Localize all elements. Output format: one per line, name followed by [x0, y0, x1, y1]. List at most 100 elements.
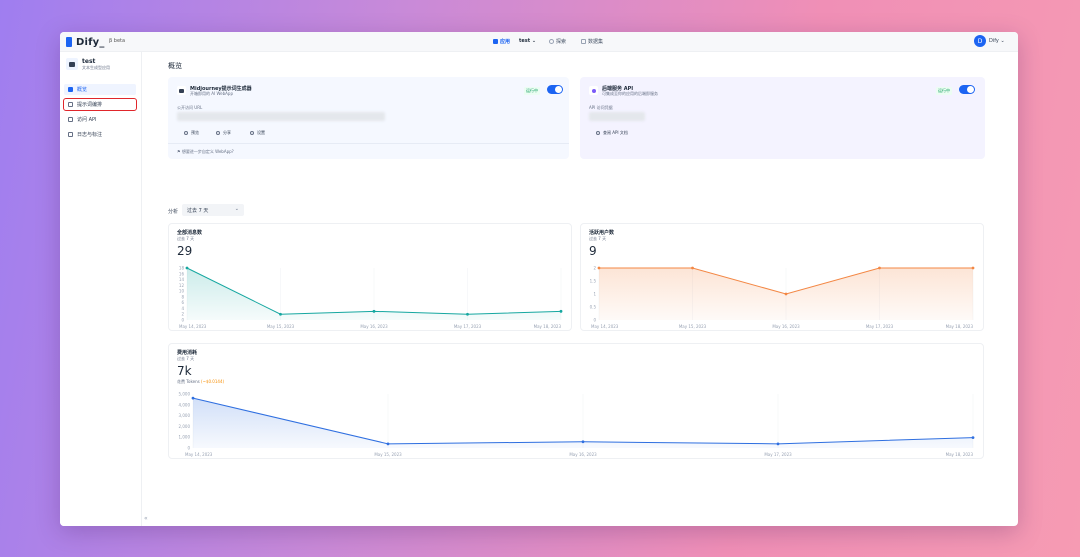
x-tick-label: May 18, 2023 [946, 324, 974, 329]
nav-datasets[interactable]: 数据集 [581, 38, 603, 45]
watermark-text: 歸藏的AI工具箱 [855, 499, 1014, 523]
analysis-label: 分析 [168, 209, 179, 215]
data-point [971, 266, 975, 270]
action-label: 查阅 API 文档 [603, 130, 628, 135]
x-tick-label: May 15, 2023 [267, 324, 295, 329]
sidebar-item-overview[interactable]: 概览 [64, 84, 136, 95]
y-tick-label: 2 [181, 312, 184, 317]
watermark: 歸藏的AI工具箱 [813, 495, 1013, 525]
y-tick-label: 2 [593, 266, 596, 271]
webapp-desc: 开箱即用的 AI WebApp [190, 91, 233, 96]
beta-badge: β beta [109, 38, 126, 44]
period-select[interactable]: 过去 7 天 ⌄ [182, 204, 244, 216]
chart-title: 费用消耗 [177, 350, 198, 356]
action-label: 分享 [223, 130, 231, 135]
data-point [386, 442, 390, 446]
x-tick-label: May 18, 2023 [946, 452, 974, 457]
x-tick-label: May 14, 2023 [185, 452, 213, 457]
sidebar-item-api[interactable]: 访问 API [64, 114, 136, 125]
logo-text: Dify_ [76, 36, 105, 48]
share-button[interactable]: 分享 [216, 130, 231, 136]
data-point [559, 309, 563, 313]
file-icon [596, 131, 600, 135]
gear-icon [250, 131, 254, 135]
wechat-icon [813, 499, 849, 521]
chevron-down-icon: ⌄ [234, 206, 239, 212]
chart-subtitle: 过去 7 天 [177, 356, 195, 361]
x-tick-label: May 14, 2023 [591, 324, 619, 329]
data-point [597, 266, 601, 270]
dify-logo[interactable]: Dify_ [66, 36, 105, 48]
terminal-icon [68, 117, 73, 122]
main-content: 概览 Midjourney提示词生成器 开箱即用的 AI WebApp 运行中 … [142, 52, 1018, 526]
url-label: 公开访问 URL [177, 105, 203, 110]
compass-icon [549, 39, 554, 44]
app-header: test 文本生成型应用 [66, 58, 110, 70]
y-tick-label: 12 [179, 283, 185, 288]
webapp-toggle[interactable] [547, 85, 563, 94]
monitor-icon [179, 88, 184, 93]
y-tick-label: 3,000 [179, 413, 191, 418]
y-tick-label: 0 [593, 318, 596, 323]
x-tick-label: May 16, 2023 [360, 324, 388, 329]
app-icon [66, 58, 78, 70]
api-toggle[interactable] [959, 85, 975, 94]
messages-chart: 181614121086420May 14, 2023 May 15, 2023 M… [179, 266, 563, 329]
cost-chart: 5,000 4,000 3,000 2,000 1,000 0May 14, 2023 Ma… [179, 392, 975, 457]
api-desc: 可集成至你的应用的后端即服务 [602, 91, 658, 96]
nav-apps[interactable]: 应用 [493, 38, 510, 45]
x-tick-label: May 14, 2023 [179, 324, 207, 329]
page-title: 概览 [168, 62, 182, 70]
settings-button[interactable]: 设置 [250, 130, 265, 136]
webapp-icon [177, 86, 186, 95]
top-nav: Dify_ β beta 应用 test ⌄ 探索 数据集 D Dify ⌄ [60, 32, 1018, 52]
y-tick-label: 0 [187, 446, 190, 451]
sidebar-item-label: 提示词编排 [77, 102, 103, 108]
chart-subtitle: 过去 7 天 [589, 236, 607, 241]
x-tick-label: May 18, 2023 [534, 324, 562, 329]
status-badge: 运行中 [524, 87, 540, 95]
nav-apps-label: 应用 [500, 39, 511, 45]
avatar: D [974, 35, 986, 47]
dashboard-icon [68, 87, 73, 92]
nav-app-switcher[interactable]: test ⌄ [519, 38, 536, 44]
app-type: 文本生成型应用 [82, 65, 110, 70]
tokens-label: 花费 Tokens [177, 379, 200, 384]
x-tick-label: May 16, 2023 [772, 324, 800, 329]
y-tick-label: 0 [181, 318, 184, 323]
data-point [185, 266, 189, 270]
y-tick-label: 6 [181, 300, 184, 305]
tokens-line: 花费 Tokens (~$0.0144) [177, 379, 224, 385]
url-value-redacted [177, 112, 385, 121]
app-window: Dify_ β beta 应用 test ⌄ 探索 数据集 D Dify ⌄ t… [60, 32, 1018, 526]
nav-explore[interactable]: 探索 [549, 38, 566, 45]
data-point [466, 312, 469, 316]
cost-chart-card: 费用消耗 过去 7 天 7k 花费 Tokens (~$0.0144) 5,00… [168, 343, 984, 459]
sidebar: test 文本生成型应用 概览 提示词编排 访问 API 日志与标注 [60, 52, 142, 526]
document-icon [68, 132, 73, 137]
sidebar-item-label: 访问 API [77, 117, 97, 123]
customize-link[interactable]: ⚑ 想要进一步自定义 WebApp? [177, 149, 234, 155]
api-docs-button[interactable]: 查阅 API 文档 [596, 130, 628, 136]
nav-datasets-label: 数据集 [588, 39, 604, 45]
share-icon [216, 131, 220, 135]
divider [168, 143, 569, 144]
sidebar-item-logs[interactable]: 日志与标注 [64, 129, 136, 140]
chart-total: 7k [177, 364, 192, 378]
x-tick-label: May 16, 2023 [569, 452, 597, 457]
chart-total: 9 [589, 244, 597, 258]
y-tick-label: 18 [179, 266, 185, 271]
grid-icon [493, 39, 498, 44]
active-users-chart-card: 活跃用户数 过去 7 天 9 2 1.5 1 0.5 0 May 14, 2023 May … [580, 223, 984, 331]
settings-icon [68, 102, 73, 107]
data-point [191, 396, 195, 400]
plug-icon [591, 88, 596, 93]
data-point [691, 266, 694, 270]
status-badge: 运行中 [936, 87, 952, 95]
user-menu[interactable]: D Dify ⌄ [974, 35, 1005, 47]
api-card: 后端服务 API 可集成至你的应用的后端即服务 运行中 API 访问凭据 查阅 … [580, 77, 985, 159]
sidebar-item-prompt[interactable]: 提示词编排 [63, 98, 137, 111]
preview-button[interactable]: 预览 [184, 130, 199, 136]
y-tick-label: 0.5 [590, 305, 597, 310]
tokens-cost: (~$0.0144) [201, 379, 225, 384]
